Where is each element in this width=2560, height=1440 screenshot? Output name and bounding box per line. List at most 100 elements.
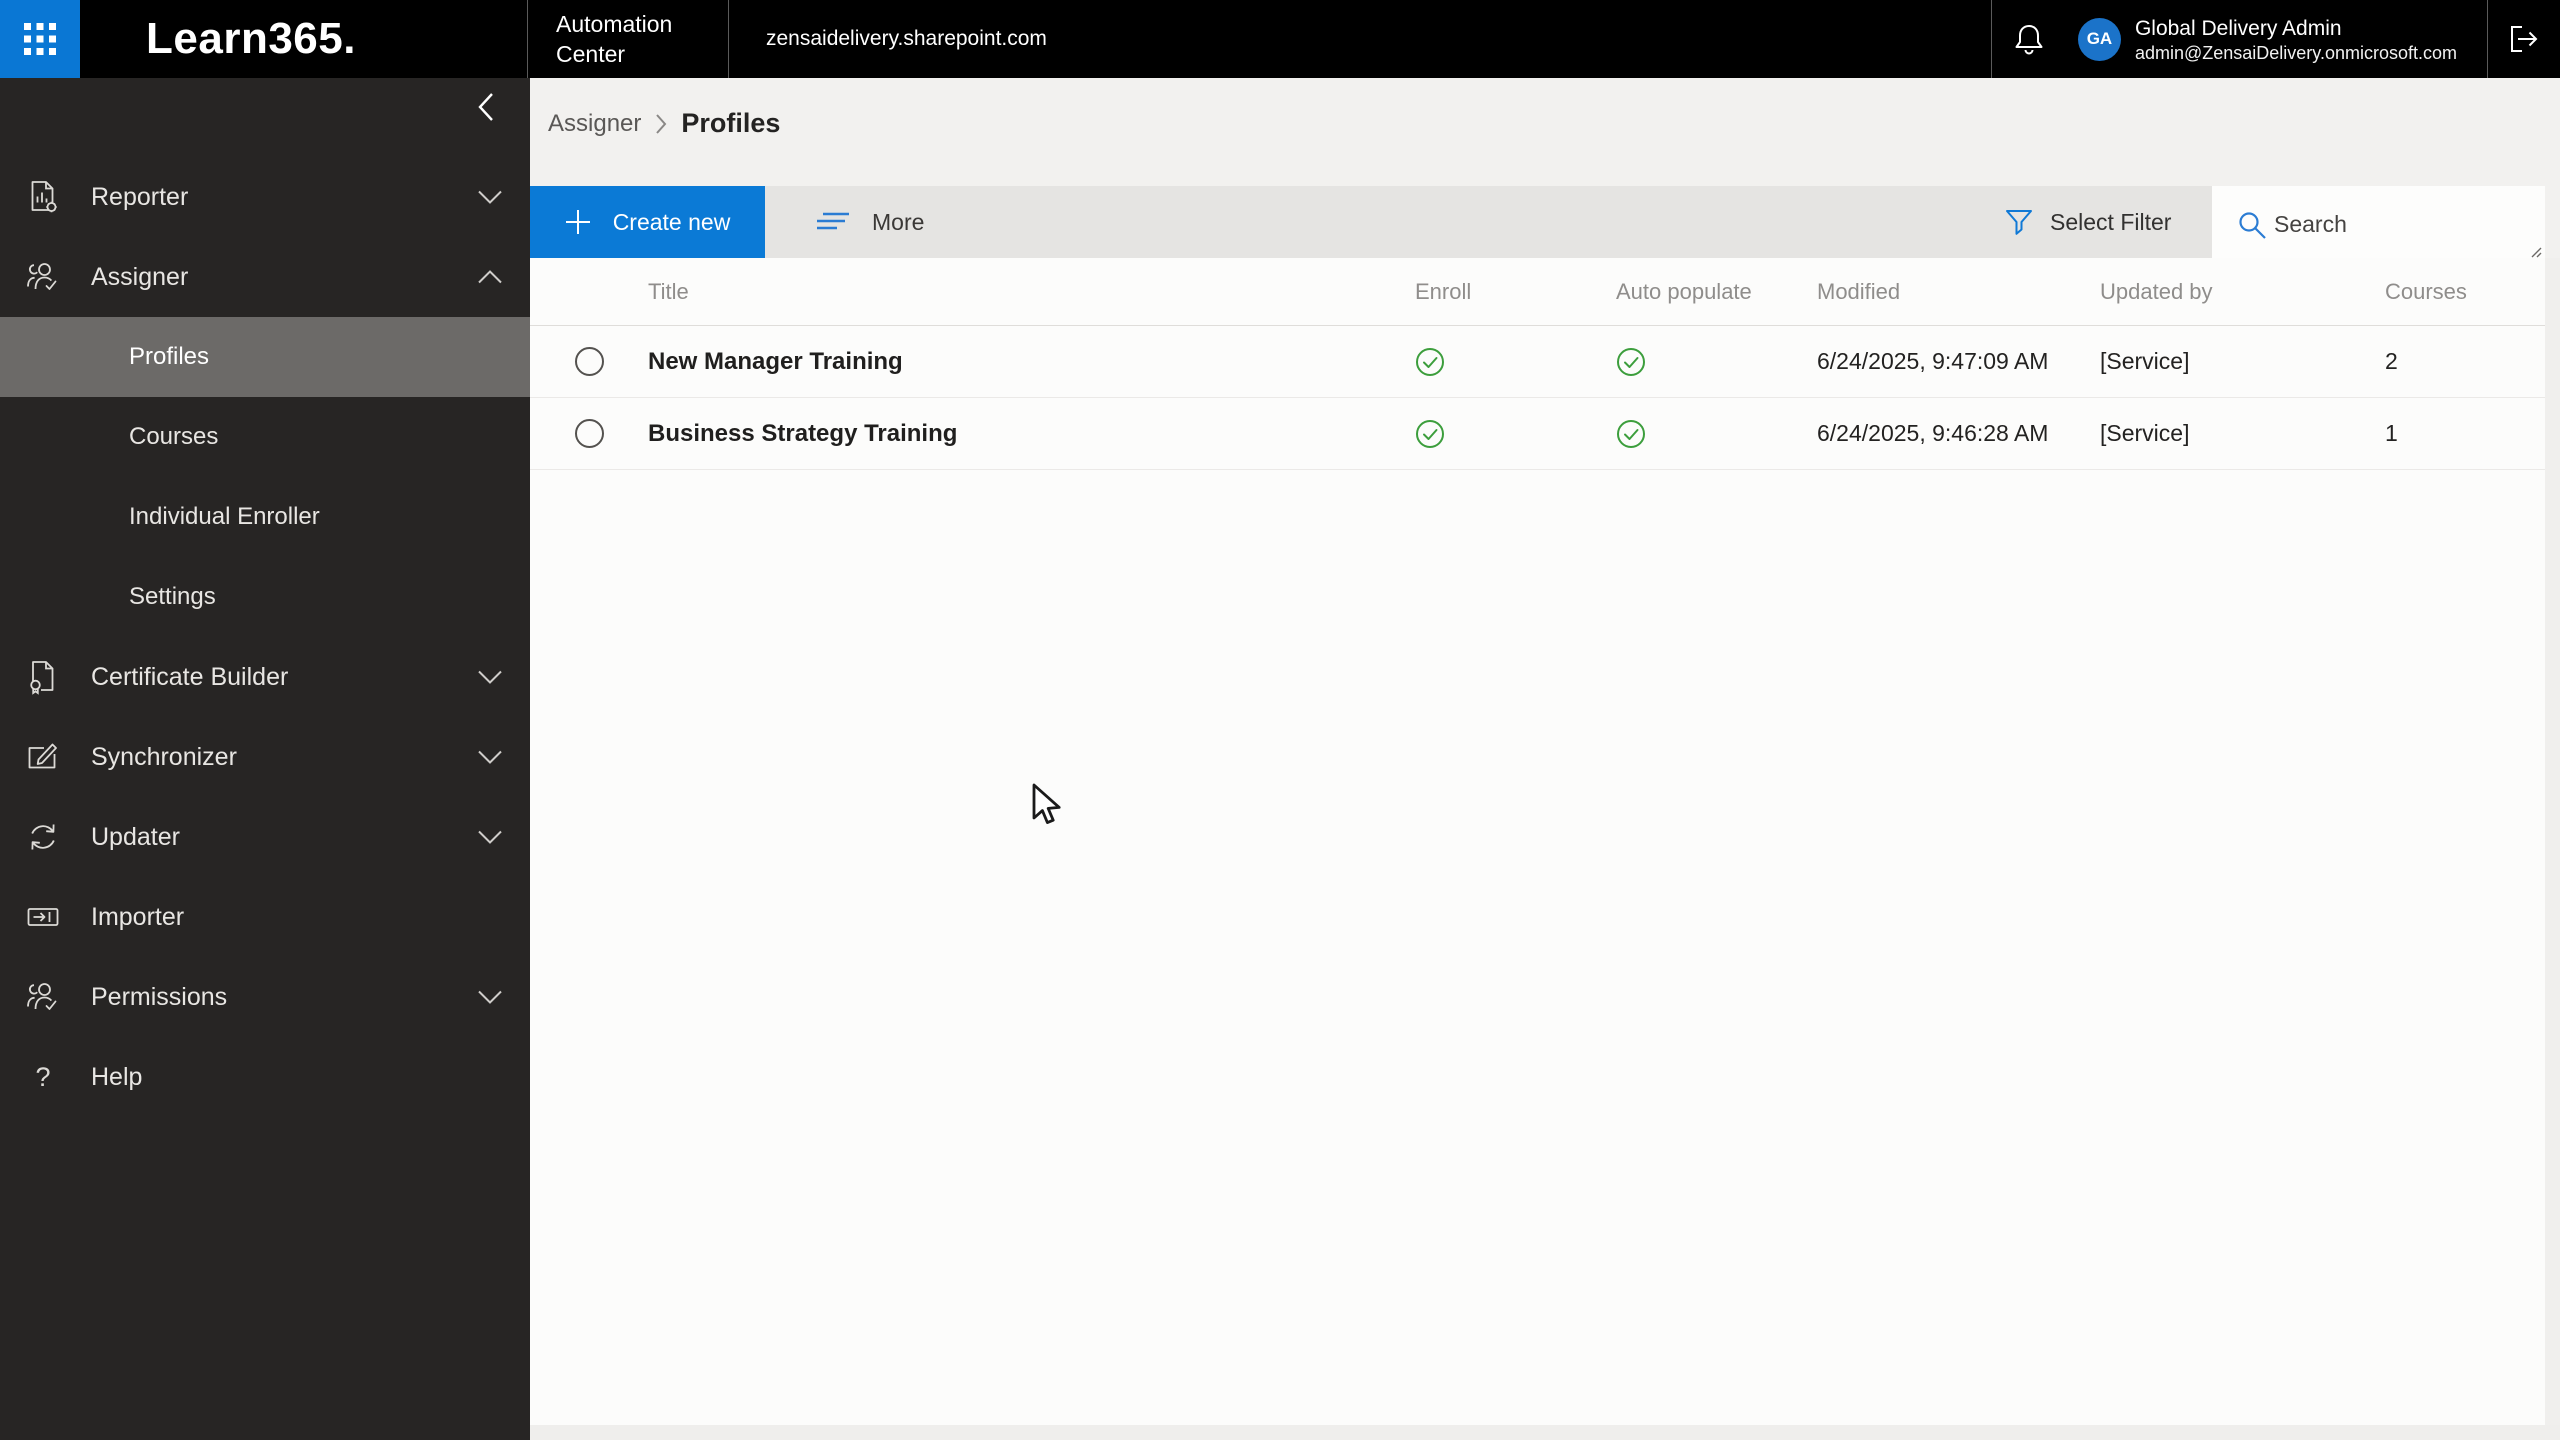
sidebar-item-permissions[interactable]: Permissions bbox=[0, 957, 530, 1037]
search-box bbox=[2212, 186, 2545, 264]
chevron-left-icon bbox=[478, 93, 493, 121]
sidebar-item-certificate-builder[interactable]: Certificate Builder bbox=[0, 637, 530, 717]
create-new-button[interactable]: Create new bbox=[530, 186, 765, 258]
waffle-icon bbox=[24, 23, 56, 55]
sync-icon bbox=[24, 819, 62, 855]
sidebar-item-label: Assigner bbox=[91, 262, 189, 291]
header-enroll[interactable]: Enroll bbox=[1415, 279, 1616, 305]
chevron-down-icon bbox=[477, 670, 503, 685]
module-title-line2: Center bbox=[556, 41, 626, 67]
auto-populate-check-icon bbox=[1616, 419, 1817, 449]
sidebar-item-profiles[interactable]: Profiles bbox=[0, 317, 530, 397]
sidebar-subitem-label: Profiles bbox=[129, 343, 210, 370]
updated-by-value: [Service] bbox=[2100, 348, 2190, 374]
select-filter-button[interactable]: Select Filter bbox=[2005, 186, 2171, 258]
plus-icon bbox=[565, 210, 590, 234]
courses-count: 2 bbox=[2385, 348, 2398, 374]
more-label: More bbox=[872, 208, 925, 235]
question-mark-icon: ? bbox=[35, 1061, 51, 1092]
sidebar-item-label: Importer bbox=[91, 902, 185, 931]
chevron-up-icon bbox=[477, 270, 503, 285]
app-logo: Learn365. bbox=[146, 14, 356, 63]
header-updated-by[interactable]: Updated by bbox=[2100, 279, 2385, 305]
row-select-radio[interactable] bbox=[574, 347, 604, 376]
select-filter-label: Select Filter bbox=[2050, 208, 2172, 235]
sign-out-icon bbox=[2511, 26, 2538, 52]
more-button[interactable]: More bbox=[815, 186, 924, 258]
people-check-icon bbox=[24, 259, 62, 295]
sidebar-item-updater[interactable]: Updater bbox=[0, 797, 530, 877]
sidebar-item-help[interactable]: ? Help bbox=[0, 1037, 530, 1117]
user-info: Global Delivery Admin admin@ZensaiDelive… bbox=[2135, 0, 2457, 78]
sidebar-item-label: Synchronizer bbox=[91, 742, 237, 771]
courses-count: 1 bbox=[2385, 420, 2398, 446]
profiles-table: Title Enroll Auto populate Modified Upda… bbox=[530, 258, 2545, 1425]
breadcrumb-parent[interactable]: Assigner bbox=[548, 110, 641, 138]
site-url: zensaidelivery.sharepoint.com bbox=[766, 27, 1047, 50]
more-lines-icon bbox=[817, 212, 849, 230]
header-courses[interactable]: Courses bbox=[2385, 279, 2545, 305]
chevron-down-icon bbox=[477, 750, 503, 765]
sidebar-item-label: Help bbox=[91, 1062, 143, 1091]
user-email: admin@ZensaiDelivery.onmicrosoft.com bbox=[2134, 42, 2457, 63]
sidebar-item-settings[interactable]: Settings bbox=[0, 557, 530, 637]
edit-box-icon bbox=[24, 739, 62, 775]
app-launcher-button[interactable] bbox=[0, 0, 80, 78]
search-input[interactable] bbox=[2212, 186, 2545, 262]
create-new-label: Create new bbox=[612, 208, 731, 235]
profile-title[interactable]: New Manager Training bbox=[648, 348, 1415, 376]
sidebar-item-assigner[interactable]: Assigner bbox=[0, 237, 530, 317]
table-row[interactable]: Business Strategy Training 6/24/2025, 9:… bbox=[530, 398, 2545, 470]
breadcrumb-current: Profiles bbox=[681, 108, 781, 138]
sign-out-button[interactable] bbox=[2488, 0, 2560, 78]
chevron-down-icon bbox=[477, 190, 503, 205]
sidebar-nav: Reporter Assigner Profiles Courses Indiv… bbox=[0, 157, 530, 1117]
notifications-button[interactable] bbox=[1992, 0, 2066, 78]
user-name: Global Delivery Admin bbox=[2134, 16, 2342, 40]
table-header-row: Title Enroll Auto populate Modified Upda… bbox=[530, 258, 2545, 326]
import-icon bbox=[24, 899, 62, 935]
certificate-icon bbox=[24, 659, 62, 695]
module-title-line1: Automation bbox=[556, 11, 673, 37]
sidebar-item-label: Permissions bbox=[91, 982, 228, 1011]
command-bar: Create new More Select Filter bbox=[530, 186, 2212, 258]
chevron-down-icon bbox=[477, 990, 503, 1005]
header-auto-populate[interactable]: Auto populate bbox=[1616, 279, 1817, 305]
bell-icon bbox=[2015, 25, 2043, 55]
sidebar-item-label: Certificate Builder bbox=[91, 662, 289, 691]
sidebar-item-individual-enroller[interactable]: Individual Enroller bbox=[0, 477, 530, 557]
sidebar-item-label: Reporter bbox=[91, 182, 189, 211]
top-bar: Learn365. Automation Center zensaidelive… bbox=[0, 0, 2560, 78]
sidebar-item-importer[interactable]: Importer bbox=[0, 877, 530, 957]
sidebar-subitem-label: Settings bbox=[129, 583, 216, 610]
main-content: Assigner Profiles Create new More Select… bbox=[530, 78, 2560, 1440]
enroll-check-icon bbox=[1415, 347, 1616, 377]
modified-value: 6/24/2025, 9:47:09 AM bbox=[1817, 348, 2049, 374]
updated-by-value: [Service] bbox=[2100, 420, 2190, 446]
chevron-down-icon bbox=[477, 830, 503, 845]
sidebar-collapse-button[interactable] bbox=[478, 92, 494, 122]
sidebar-subitem-label: Courses bbox=[129, 423, 219, 450]
modified-value: 6/24/2025, 9:46:28 AM bbox=[1817, 420, 2049, 446]
vertical-scrollbar-track[interactable] bbox=[2545, 258, 2560, 1440]
sidebar-item-courses[interactable]: Courses bbox=[0, 397, 530, 477]
filter-funnel-icon bbox=[2006, 209, 2032, 235]
horizontal-scrollbar-track[interactable] bbox=[530, 1425, 2560, 1440]
sidebar-item-reporter[interactable]: Reporter bbox=[0, 157, 530, 237]
topbar-right-group: GA Global Delivery Admin admin@ZensaiDel… bbox=[1990, 0, 2560, 78]
learn365-admin-screen: Learn365. Automation Center zensaidelive… bbox=[0, 0, 2560, 1440]
sidebar-item-label: Updater bbox=[91, 822, 180, 851]
avatar[interactable]: GA bbox=[2077, 17, 2121, 61]
people-check-icon bbox=[24, 979, 62, 1015]
sidebar-item-synchronizer[interactable]: Synchronizer bbox=[0, 717, 530, 797]
chevron-right-icon bbox=[656, 113, 667, 134]
row-select-radio[interactable] bbox=[574, 419, 604, 448]
header-title[interactable]: Title bbox=[648, 279, 1415, 305]
auto-populate-check-icon bbox=[1616, 347, 1817, 377]
enroll-check-icon bbox=[1415, 419, 1616, 449]
report-icon bbox=[24, 179, 62, 215]
profile-title[interactable]: Business Strategy Training bbox=[648, 420, 1415, 448]
module-title: Automation Center bbox=[528, 0, 728, 78]
header-modified[interactable]: Modified bbox=[1817, 279, 2100, 305]
table-row[interactable]: New Manager Training 6/24/2025, 9:47:09 … bbox=[530, 326, 2545, 398]
